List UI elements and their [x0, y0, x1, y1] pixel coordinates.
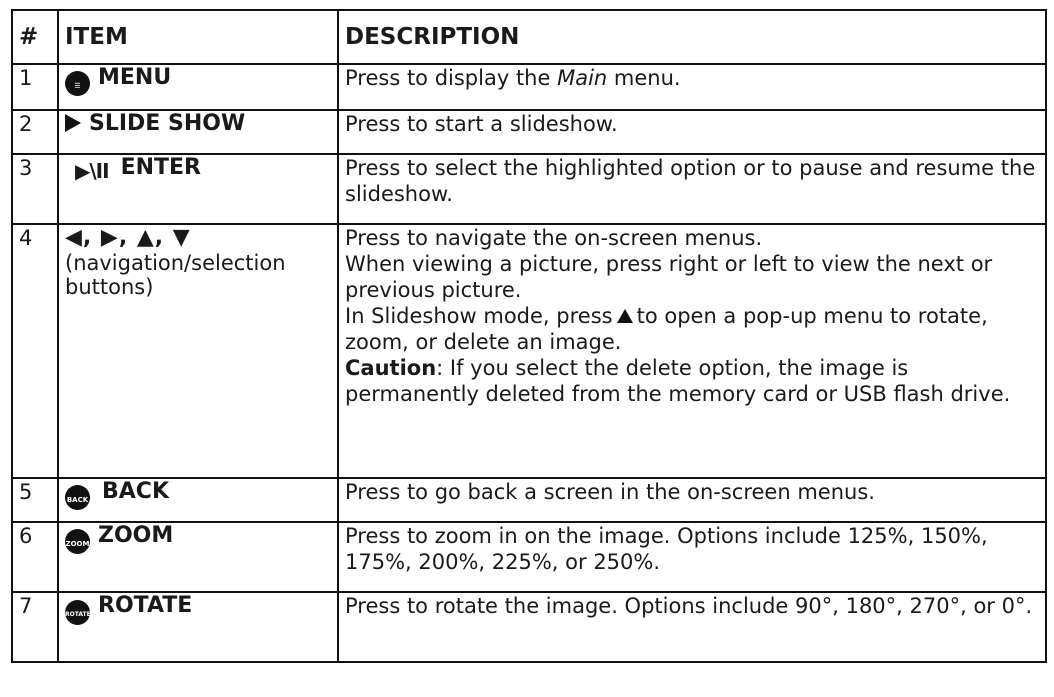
up-arrow-icon [616, 309, 633, 323]
description-cell: Press to display the Main menu. [337, 63, 1047, 111]
table-row: 7 ROTATE ROTATE Press to rotate the image… [11, 591, 1047, 663]
header-description: DESCRIPTION [337, 9, 1047, 65]
description-text: Press to display the [345, 66, 558, 90]
table-row: 5 BACK BACK Press to go back a screen in … [11, 477, 1047, 523]
caution-line: Caution: If you select the delete option… [345, 355, 1041, 407]
item-label: MENU [98, 65, 172, 90]
description-emphasis: Main [557, 66, 608, 90]
row-number: 1 [11, 63, 59, 111]
table-row: 3 ▶\II ENTER Press to select the highligh… [11, 153, 1047, 225]
description-cell: Press to go back a screen in the on-scre… [337, 477, 1047, 523]
play-icon [65, 114, 81, 132]
item-label: SLIDE SHOW [89, 111, 246, 136]
remote-buttons-table: # ITEM DESCRIPTION 1 ☰ MENU Press to disp… [11, 9, 1047, 663]
description-cell: Press to select the highlighted option o… [337, 153, 1047, 225]
item-cell: BACK BACK [57, 477, 339, 523]
description-cell: Press to rotate the image. Options inclu… [337, 591, 1047, 663]
row-number: 3 [11, 153, 59, 225]
play-pause-icon: ▶\II [75, 159, 110, 183]
table-row: 6 ZOOM ZOOM Press to zoom in on the image… [11, 521, 1047, 593]
item-label: ROTATE [98, 593, 193, 618]
table-row: 2 SLIDE SHOW Press to start a slideshow. [11, 109, 1047, 155]
description-line: In Slideshow mode, press to open a pop-up… [345, 303, 1041, 355]
header-row: # ITEM DESCRIPTION [11, 9, 1047, 65]
zoom-icon: ZOOM [65, 529, 90, 554]
item-cell: ☰ MENU [57, 63, 339, 111]
rotate-icon: ROTATE [65, 600, 91, 625]
description-cell: Press to zoom in on the image. Options i… [337, 521, 1047, 593]
caution-label: Caution [345, 356, 437, 380]
item-cell: ◀, ▶, ▲, ▼ (navigation/selection buttons… [57, 223, 339, 479]
arrow-keys-icon: ◀, ▶, ▲, ▼ [65, 225, 191, 250]
description-line: Press to navigate the on-screen menus. [345, 226, 763, 250]
description-text: Press to zoom in on the image. Options i… [345, 524, 988, 574]
item-sublabel: (navigation/selection buttons) [65, 251, 286, 299]
description-cell: Press to start a slideshow. [337, 109, 1047, 155]
item-label: ENTER [120, 155, 201, 180]
description-cell: Press to navigate the on-screen menus. W… [337, 223, 1047, 479]
item-cell: ▶\II ENTER [57, 153, 339, 225]
description-text: Press to go back a screen in the on-scre… [345, 480, 875, 504]
description-text: Press to select the highlighted option o… [345, 156, 1036, 206]
description-text: Press to rotate the image. Options inclu… [345, 594, 1033, 618]
row-number: 2 [11, 109, 59, 155]
row-number: 5 [11, 477, 59, 523]
description-text: menu. [607, 66, 681, 90]
row-number: 7 [11, 591, 59, 663]
header-item: ITEM [57, 9, 339, 65]
back-icon: BACK [65, 485, 90, 510]
item-cell: ZOOM ZOOM [57, 521, 339, 593]
table-row: 4 ◀, ▶, ▲, ▼ (navigation/selection butto… [11, 223, 1047, 479]
item-cell: ROTATE ROTATE [57, 591, 339, 663]
menu-icon: ☰ [65, 71, 90, 96]
description-text: Press to start a slideshow. [345, 112, 618, 136]
row-number: 4 [11, 223, 59, 479]
item-label: BACK [102, 479, 169, 504]
header-num: # [11, 9, 59, 65]
row-number: 6 [11, 521, 59, 593]
caution-text: : If you select the delete option, the i… [345, 356, 1011, 406]
description-text: In Slideshow mode, press [345, 304, 613, 328]
item-cell: SLIDE SHOW [57, 109, 339, 155]
item-label: ZOOM [98, 523, 174, 548]
table-row: 1 ☰ MENU Press to display the Main menu. [11, 63, 1047, 111]
description-line: When viewing a picture, press right or l… [345, 252, 993, 302]
